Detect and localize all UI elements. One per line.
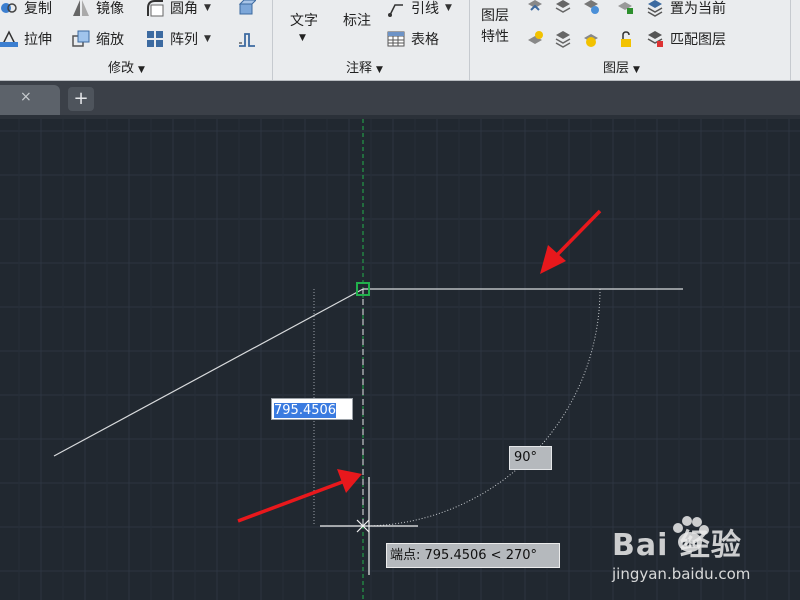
modify-panel-title-label: 修改: [108, 61, 135, 76]
layer-properties-label-line2: 特性: [481, 29, 509, 45]
layer-freeze-icon[interactable]: [526, 0, 544, 16]
leader-icon: [387, 0, 405, 17]
dynamic-length-input[interactable]: 795.4506: [271, 398, 353, 420]
table-icon: [387, 30, 405, 48]
table-button[interactable]: 表格: [387, 27, 439, 51]
layers-panel-title[interactable]: 图层 ▼: [603, 59, 640, 79]
new-tab-button[interactable]: +: [68, 87, 94, 111]
chevron-down-icon: ▼: [138, 65, 145, 75]
match-layer-icon: [646, 30, 664, 48]
layer-bulb-icon[interactable]: [526, 30, 544, 48]
chevron-down-icon: ▼: [633, 65, 640, 75]
dimension-label: 标注: [343, 13, 371, 29]
scale-icon: [72, 30, 90, 48]
set-current-icon: [646, 0, 664, 17]
red-arrow-annotation: [237, 469, 362, 523]
plus-icon: +: [73, 88, 89, 109]
file-tab-bar: × +: [0, 81, 800, 119]
angle-display: 90°: [509, 446, 552, 470]
modify-panel: 复制 镜像 圆角 ▼ 拉伸 缩放 阵列 ▼ 修改 ▼: [0, 0, 272, 80]
layer-properties-label-line1: 图层: [481, 8, 509, 24]
text-icon: [287, 0, 321, 8]
modify-panel-title[interactable]: 修改 ▼: [108, 59, 145, 79]
offset-icon: [238, 30, 256, 48]
array-button[interactable]: 阵列 ▼: [146, 27, 211, 51]
layer-walk-icon[interactable]: [554, 30, 572, 48]
solid-edit-icon: [238, 0, 257, 17]
set-current-label: 置为当前: [670, 1, 726, 17]
array-icon: [146, 30, 164, 48]
watermark: du Bai 经验 jingyan.baidu.com: [612, 510, 797, 590]
layers-panel-title-label: 图层: [603, 61, 630, 76]
layer-isolate-icon[interactable]: [554, 0, 572, 16]
drawing-tab[interactable]: ×: [0, 85, 60, 115]
copy-button[interactable]: 复制: [0, 0, 52, 20]
watermark-url: jingyan.baidu.com: [612, 565, 751, 583]
scale-label: 缩放: [96, 32, 124, 48]
leader-dropdown-icon[interactable]: ▼: [445, 3, 452, 13]
array-label: 阵列: [170, 32, 198, 48]
leader-label: 引线: [411, 1, 439, 17]
stretch-label: 拉伸: [24, 32, 52, 48]
layer-properties-button[interactable]: 图层 特性: [481, 6, 509, 48]
text-dropdown-icon: ▼: [299, 33, 306, 43]
match-layer-label: 匹配图层: [670, 32, 726, 48]
annotation-panel-title[interactable]: 注释 ▼: [346, 59, 383, 79]
dimension-button[interactable]: 标注: [343, 8, 371, 32]
set-current-button[interactable]: 置为当前: [646, 0, 726, 20]
text-dropdown[interactable]: ▼: [299, 26, 306, 50]
close-icon[interactable]: ×: [20, 89, 32, 105]
stretch-button[interactable]: 拉伸: [0, 27, 52, 51]
layer-off-icon[interactable]: [616, 0, 634, 16]
layer-unlock-icon[interactable]: [616, 30, 634, 48]
chevron-down-icon: ▼: [376, 65, 383, 75]
annotation-panel: 文字 ▼ 标注 引线 ▼ 表格 注释 ▼: [273, 0, 469, 80]
fillet-button[interactable]: 圆角 ▼: [146, 0, 211, 20]
scale-button[interactable]: 缩放: [72, 27, 124, 51]
length-input-value: 795.4506: [274, 403, 337, 418]
layer-lock-icon[interactable]: [582, 0, 600, 16]
mirror-icon: [72, 0, 90, 17]
layers-panel: 图层 特性 置为当前 匹配图层 图层 ▼: [470, 0, 800, 80]
mirror-label: 镜像: [96, 1, 124, 17]
copy-label: 复制: [24, 1, 52, 17]
leader-button[interactable]: 引线 ▼: [387, 0, 452, 20]
diagonal-line: [53, 288, 364, 457]
watermark-brand: Bai 经验: [612, 528, 742, 563]
copy-icon: [0, 0, 18, 17]
annotation-panel-title-label: 注释: [346, 61, 373, 76]
fillet-dropdown-icon[interactable]: ▼: [204, 3, 211, 13]
offset-button[interactable]: [238, 27, 262, 51]
stretch-icon: [0, 30, 18, 48]
solid-edit-button[interactable]: [238, 0, 262, 20]
table-label: 表格: [411, 32, 439, 48]
panel-divider: [790, 0, 791, 80]
array-dropdown-icon[interactable]: ▼: [204, 34, 211, 44]
fillet-label: 圆角: [170, 1, 198, 17]
mirror-button[interactable]: 镜像: [72, 0, 124, 20]
match-layer-button[interactable]: 匹配图层: [646, 27, 726, 51]
coordinate-tooltip: 端点: 795.4506 < 270°: [386, 543, 560, 568]
ribbon: 复制 镜像 圆角 ▼ 拉伸 缩放 阵列 ▼ 修改 ▼ 文字 ▼ 标注 引线 ▼ …: [0, 0, 800, 81]
layer-thaw-icon[interactable]: [582, 30, 600, 48]
fillet-icon: [146, 0, 164, 17]
